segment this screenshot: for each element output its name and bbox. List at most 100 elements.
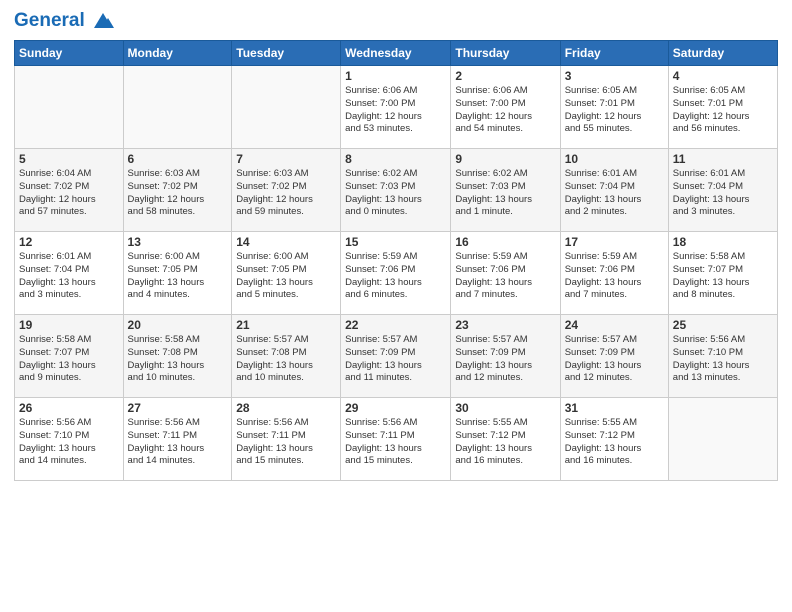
day-info: Sunrise: 5:56 AMSunset: 7:11 PMDaylight:… xyxy=(345,417,446,468)
calendar-cell: 6 Sunrise: 6:03 AMSunset: 7:02 PMDaylight… xyxy=(123,149,232,232)
calendar-cell: 11 Sunrise: 6:01 AMSunset: 7:04 PMDayligh… xyxy=(668,149,777,232)
day-info: Sunrise: 6:00 AMSunset: 7:05 PMDaylight:… xyxy=(128,251,228,302)
day-info: Sunrise: 6:02 AMSunset: 7:03 PMDaylight:… xyxy=(455,168,555,219)
calendar-cell xyxy=(232,66,341,149)
day-number: 30 xyxy=(455,401,555,415)
day-number: 6 xyxy=(128,152,228,166)
weekday-tuesday: Tuesday xyxy=(232,41,341,66)
week-row-1: 1Sunrise: 6:06 AMSunset: 7:00 PMDaylight… xyxy=(15,66,778,149)
day-info: Sunrise: 5:55 AMSunset: 7:12 PMDaylight:… xyxy=(455,417,555,468)
day-info: Sunrise: 6:05 AMSunset: 7:01 PMDaylight:… xyxy=(565,85,664,136)
day-number: 25 xyxy=(673,318,773,332)
day-number: 26 xyxy=(19,401,119,415)
calendar-cell: 7 Sunrise: 6:03 AMSunset: 7:02 PMDaylight… xyxy=(232,149,341,232)
calendar-cell: 15 Sunrise: 5:59 AMSunset: 7:06 PMDayligh… xyxy=(341,232,451,315)
day-info: Sunrise: 6:01 AMSunset: 7:04 PMDaylight:… xyxy=(565,168,664,219)
day-number: 15 xyxy=(345,235,446,249)
logo-general: General xyxy=(14,10,85,31)
calendar-cell: 20 Sunrise: 5:58 AMSunset: 7:08 PMDayligh… xyxy=(123,315,232,398)
calendar-cell: 12 Sunrise: 6:01 AMSunset: 7:04 PMDayligh… xyxy=(15,232,124,315)
day-number: 4 xyxy=(673,69,773,83)
calendar-cell xyxy=(123,66,232,149)
weekday-friday: Friday xyxy=(560,41,668,66)
calendar-cell: 19 Sunrise: 5:58 AMSunset: 7:07 PMDayligh… xyxy=(15,315,124,398)
calendar-cell: 29 Sunrise: 5:56 AMSunset: 7:11 PMDayligh… xyxy=(341,398,451,481)
calendar-cell: 30 Sunrise: 5:55 AMSunset: 7:12 PMDayligh… xyxy=(451,398,560,481)
day-info: Sunrise: 5:57 AMSunset: 7:09 PMDaylight:… xyxy=(455,334,555,385)
day-info: Sunrise: 5:59 AMSunset: 7:06 PMDaylight:… xyxy=(345,251,446,302)
day-info: Sunrise: 5:56 AMSunset: 7:11 PMDaylight:… xyxy=(236,417,336,468)
weekday-thursday: Thursday xyxy=(451,41,560,66)
header: General xyxy=(14,10,778,32)
week-row-4: 19 Sunrise: 5:58 AMSunset: 7:07 PMDayligh… xyxy=(15,315,778,398)
day-info: Sunrise: 5:57 AMSunset: 7:08 PMDaylight:… xyxy=(236,334,336,385)
day-number: 18 xyxy=(673,235,773,249)
day-info: Sunrise: 6:03 AMSunset: 7:02 PMDaylight:… xyxy=(128,168,228,219)
day-number: 28 xyxy=(236,401,336,415)
weekday-header-row: SundayMondayTuesdayWednesdayThursdayFrid… xyxy=(15,41,778,66)
calendar-cell: 28 Sunrise: 5:56 AMSunset: 7:11 PMDayligh… xyxy=(232,398,341,481)
day-number: 29 xyxy=(345,401,446,415)
day-number: 10 xyxy=(565,152,664,166)
day-info: Sunrise: 6:01 AMSunset: 7:04 PMDaylight:… xyxy=(673,168,773,219)
calendar-cell: 3 Sunrise: 6:05 AMSunset: 7:01 PMDaylight… xyxy=(560,66,668,149)
calendar-cell: 31Sunrise: 5:55 AMSunset: 7:12 PMDayligh… xyxy=(560,398,668,481)
calendar-cell: 24 Sunrise: 5:57 AMSunset: 7:09 PMDayligh… xyxy=(560,315,668,398)
day-number: 14 xyxy=(236,235,336,249)
day-info: Sunrise: 6:04 AMSunset: 7:02 PMDaylight:… xyxy=(19,168,119,219)
calendar-cell: 17 Sunrise: 5:59 AMSunset: 7:06 PMDayligh… xyxy=(560,232,668,315)
day-number: 3 xyxy=(565,69,664,83)
day-info: Sunrise: 5:56 AMSunset: 7:10 PMDaylight:… xyxy=(19,417,119,468)
day-info: Sunrise: 6:02 AMSunset: 7:03 PMDaylight:… xyxy=(345,168,446,219)
day-info: Sunrise: 6:03 AMSunset: 7:02 PMDaylight:… xyxy=(236,168,336,219)
day-info: Sunrise: 6:01 AMSunset: 7:04 PMDaylight:… xyxy=(19,251,119,302)
day-info: Sunrise: 5:57 AMSunset: 7:09 PMDaylight:… xyxy=(345,334,446,385)
day-number: 13 xyxy=(128,235,228,249)
day-number: 2 xyxy=(455,69,555,83)
calendar-cell: 27 Sunrise: 5:56 AMSunset: 7:11 PMDayligh… xyxy=(123,398,232,481)
calendar-cell: 21 Sunrise: 5:57 AMSunset: 7:08 PMDayligh… xyxy=(232,315,341,398)
weekday-saturday: Saturday xyxy=(668,41,777,66)
day-number: 11 xyxy=(673,152,773,166)
day-number: 24 xyxy=(565,318,664,332)
day-number: 16 xyxy=(455,235,555,249)
day-info: Sunrise: 5:58 AMSunset: 7:07 PMDaylight:… xyxy=(19,334,119,385)
day-number: 22 xyxy=(345,318,446,332)
calendar-cell: 23Sunrise: 5:57 AMSunset: 7:09 PMDayligh… xyxy=(451,315,560,398)
calendar-cell: 2 Sunrise: 6:06 AMSunset: 7:00 PMDaylight… xyxy=(451,66,560,149)
day-info: Sunrise: 5:58 AMSunset: 7:08 PMDaylight:… xyxy=(128,334,228,385)
calendar-cell: 13 Sunrise: 6:00 AMSunset: 7:05 PMDayligh… xyxy=(123,232,232,315)
day-info: Sunrise: 5:59 AMSunset: 7:06 PMDaylight:… xyxy=(455,251,555,302)
day-number: 12 xyxy=(19,235,119,249)
calendar-cell: 8 Sunrise: 6:02 AMSunset: 7:03 PMDaylight… xyxy=(341,149,451,232)
week-row-2: 5Sunrise: 6:04 AMSunset: 7:02 PMDaylight… xyxy=(15,149,778,232)
calendar-page: General SundayMondayTuesdayWednesdayThur… xyxy=(0,0,792,612)
calendar-cell: 16 Sunrise: 5:59 AMSunset: 7:06 PMDayligh… xyxy=(451,232,560,315)
day-info: Sunrise: 5:56 AMSunset: 7:10 PMDaylight:… xyxy=(673,334,773,385)
day-number: 17 xyxy=(565,235,664,249)
day-number: 9 xyxy=(455,152,555,166)
day-info: Sunrise: 5:59 AMSunset: 7:06 PMDaylight:… xyxy=(565,251,664,302)
day-number: 19 xyxy=(19,318,119,332)
day-number: 20 xyxy=(128,318,228,332)
weekday-monday: Monday xyxy=(123,41,232,66)
day-number: 21 xyxy=(236,318,336,332)
day-info: Sunrise: 6:06 AMSunset: 7:00 PMDaylight:… xyxy=(455,85,555,136)
calendar-cell xyxy=(668,398,777,481)
calendar-cell: 5Sunrise: 6:04 AMSunset: 7:02 PMDaylight… xyxy=(15,149,124,232)
day-info: Sunrise: 5:57 AMSunset: 7:09 PMDaylight:… xyxy=(565,334,664,385)
day-info: Sunrise: 5:56 AMSunset: 7:11 PMDaylight:… xyxy=(128,417,228,468)
day-number: 8 xyxy=(345,152,446,166)
calendar-cell: 22 Sunrise: 5:57 AMSunset: 7:09 PMDayligh… xyxy=(341,315,451,398)
calendar-cell xyxy=(15,66,124,149)
day-info: Sunrise: 5:58 AMSunset: 7:07 PMDaylight:… xyxy=(673,251,773,302)
weekday-wednesday: Wednesday xyxy=(341,41,451,66)
day-info: Sunrise: 6:06 AMSunset: 7:00 PMDaylight:… xyxy=(345,85,446,136)
calendar-cell: 1Sunrise: 6:06 AMSunset: 7:00 PMDaylight… xyxy=(341,66,451,149)
calendar-cell: 18 Sunrise: 5:58 AMSunset: 7:07 PMDayligh… xyxy=(668,232,777,315)
calendar-cell: 14Sunrise: 6:00 AMSunset: 7:05 PMDayligh… xyxy=(232,232,341,315)
day-number: 27 xyxy=(128,401,228,415)
calendar-cell: 26 Sunrise: 5:56 AMSunset: 7:10 PMDayligh… xyxy=(15,398,124,481)
logo-icon xyxy=(92,10,114,32)
day-number: 7 xyxy=(236,152,336,166)
